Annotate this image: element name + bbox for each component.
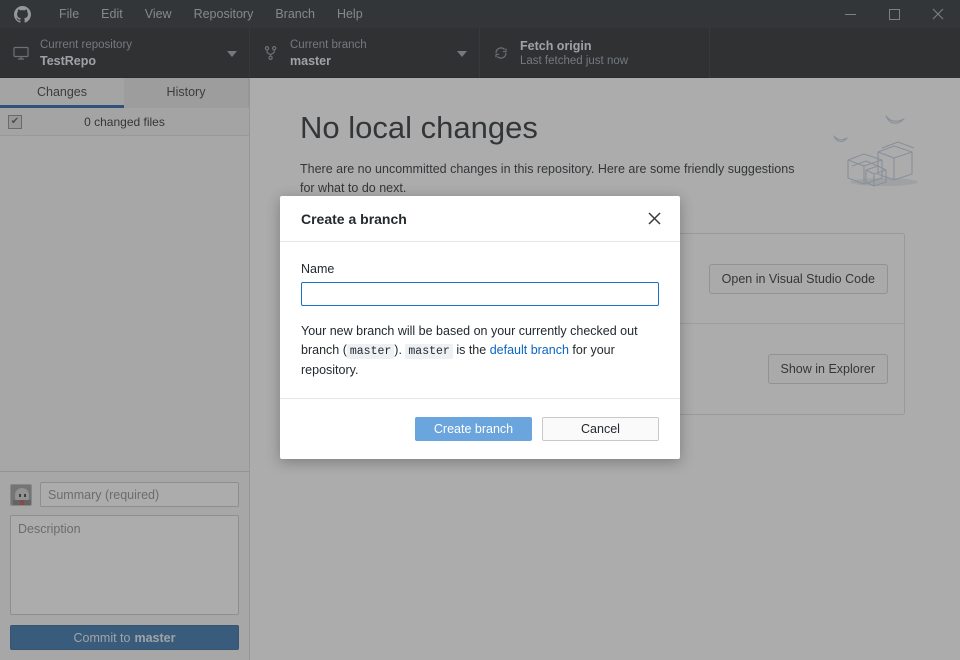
dialog-title: Create a branch <box>301 210 407 227</box>
base-branch-code: master <box>346 344 395 359</box>
dialog-footer: Create branch Cancel <box>280 398 680 459</box>
default-branch-code: master <box>405 344 453 359</box>
dialog-description: Your new branch will be based on your cu… <box>301 322 659 380</box>
create-branch-button[interactable]: Create branch <box>415 417 532 441</box>
dialog-body: Name Your new branch will be based on yo… <box>280 242 680 398</box>
branch-name-input[interactable] <box>301 282 659 306</box>
create-branch-dialog: Create a branch Name Your new branch wil… <box>280 196 680 459</box>
dialog-desc-part2: ). <box>394 343 402 357</box>
cancel-button[interactable]: Cancel <box>542 417 659 441</box>
close-x-icon[interactable] <box>644 209 664 229</box>
branch-name-label: Name <box>301 262 335 276</box>
dialog-header: Create a branch <box>280 196 680 242</box>
github-desktop-window: File Edit View Repository Branch Help Cu… <box>0 0 960 660</box>
default-branch-link[interactable]: default branch <box>490 343 569 357</box>
dialog-desc-part3: is the <box>456 343 487 357</box>
